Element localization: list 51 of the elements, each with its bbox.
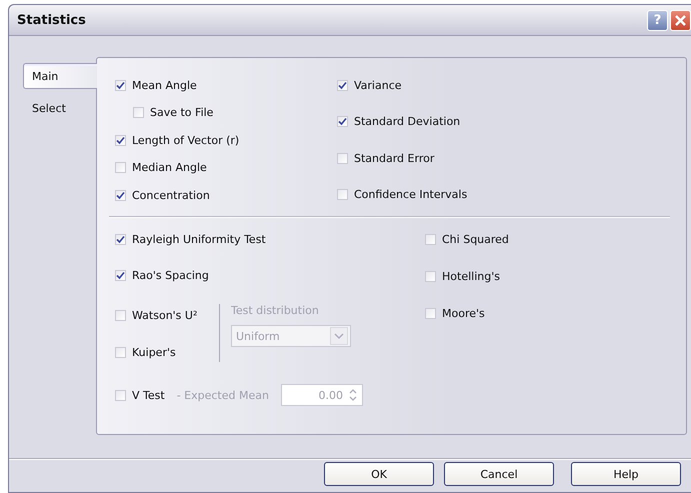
checkbox[interactable] xyxy=(337,116,348,128)
checkbox-label[interactable]: Variance xyxy=(354,78,402,92)
tab[interactable]: Select xyxy=(23,95,96,121)
checkbox[interactable] xyxy=(115,346,126,358)
checkbox[interactable] xyxy=(115,310,126,320)
window-title: Statistics xyxy=(17,12,86,28)
checkbox-label[interactable]: Confidence Intervals xyxy=(354,188,468,202)
checkbox-label[interactable]: Standard Deviation xyxy=(354,115,460,128)
checkmark-icon xyxy=(338,80,347,90)
checkmark-icon xyxy=(116,270,125,280)
field-label: - Expected Mean xyxy=(176,388,269,402)
checkbox-label[interactable]: Concentration xyxy=(132,188,210,202)
checkbox-label[interactable]: Kuiper's xyxy=(132,346,176,358)
checkbox-label[interactable]: Save to File xyxy=(150,106,214,119)
checkbox-label[interactable]: Hotelling's xyxy=(442,270,500,282)
checkbox-label[interactable]: Standard Error xyxy=(354,152,434,165)
checkbox-label[interactable]: Mean Angle xyxy=(132,78,197,92)
checkbox[interactable] xyxy=(337,189,348,200)
tab[interactable]: Main xyxy=(23,63,97,89)
checkbox[interactable] xyxy=(337,152,348,164)
checkmark-icon xyxy=(116,80,125,90)
checkbox[interactable] xyxy=(425,234,436,244)
checkbox[interactable] xyxy=(115,190,126,200)
dialog-button[interactable]: Help xyxy=(571,462,681,486)
checkbox-label[interactable]: Length of Vector (r) xyxy=(132,134,240,146)
checkbox[interactable] xyxy=(115,270,126,280)
checkmark-icon xyxy=(116,136,125,144)
checkbox-label[interactable]: Rayleigh Uniformity Test xyxy=(132,232,266,246)
checkbox-label[interactable]: Moore's xyxy=(442,306,485,320)
checkmark-icon xyxy=(338,117,347,126)
checkbox[interactable] xyxy=(425,308,436,318)
checkbox[interactable] xyxy=(115,80,126,90)
spin-arrows-icon xyxy=(346,387,359,403)
checkbox[interactable] xyxy=(115,134,126,146)
checkbox[interactable] xyxy=(133,107,144,118)
checkbox-label[interactable]: Watson's U² xyxy=(132,308,198,322)
chevron-down-icon xyxy=(330,327,348,345)
dialog-button[interactable]: Cancel xyxy=(444,462,554,486)
close-icon xyxy=(674,14,687,26)
close-button[interactable] xyxy=(670,10,691,30)
checkbox[interactable] xyxy=(115,162,126,173)
checkbox[interactable] xyxy=(425,270,436,282)
checkbox-label[interactable]: Median Angle xyxy=(132,161,207,174)
dialog-button[interactable]: OK xyxy=(324,462,434,486)
checkbox[interactable] xyxy=(337,80,348,90)
checkmark-icon xyxy=(116,190,125,200)
group-label: Test distribution xyxy=(231,304,320,317)
checkbox[interactable] xyxy=(115,234,126,244)
checkmark-icon xyxy=(116,234,125,244)
checkbox-label[interactable]: Rao's Spacing xyxy=(132,268,209,282)
checkbox-label[interactable]: Chi Squared xyxy=(442,232,509,246)
